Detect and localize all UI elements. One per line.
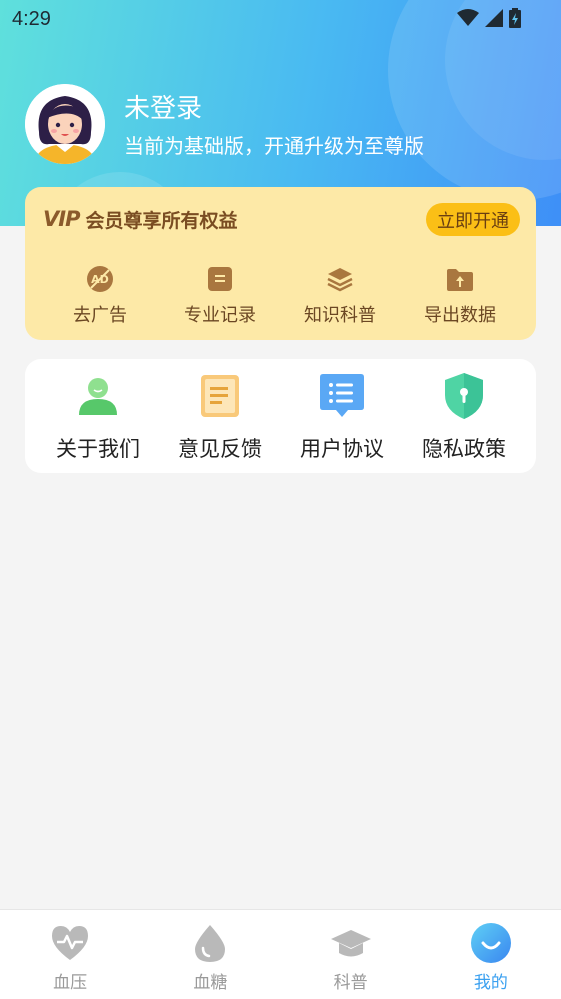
tab-label: 我的 [473, 973, 508, 993]
tab-label: 血糖 [193, 973, 228, 993]
battery-icon [509, 8, 521, 28]
signal-icon [485, 9, 503, 27]
person-icon [79, 378, 117, 415]
tool-label: 关于我们 [56, 437, 140, 461]
vip-logo: VIP [43, 207, 80, 231]
vip-benefit-label: 去广告 [73, 305, 127, 326]
record-icon [208, 267, 232, 291]
user-agreement-item[interactable]: 用户协议 [281, 359, 403, 473]
avatar-girl-icon [25, 84, 105, 164]
bottom-tab-bar: 血压 血糖 科普 我的 [0, 909, 561, 999]
tool-label: 用户协议 [300, 437, 384, 461]
vip-benefits: AD 去广告 专业记录 知识科普 [25, 265, 536, 327]
vip-benefit-no-ads[interactable]: AD 去广告 [40, 265, 160, 327]
status-time: 4:29 [12, 8, 51, 30]
knowledge-icon [327, 268, 353, 292]
privacy-shield-icon [445, 373, 483, 419]
drop-icon [195, 925, 226, 962]
about-us-item[interactable]: 关于我们 [37, 359, 159, 473]
feedback-item[interactable]: 意见反馈 [159, 359, 281, 473]
ad-free-icon: AD [87, 266, 113, 292]
agreement-icon [320, 374, 364, 417]
tab-science[interactable]: 科普 [281, 910, 421, 999]
graduation-cap-icon [330, 930, 371, 957]
login-status[interactable]: 未登录 [124, 88, 202, 125]
vip-card: VIP 会员尊享所有权益 立即开通 AD 去广告 专业记录 [25, 187, 536, 340]
tool-label: 意见反馈 [178, 437, 262, 461]
vip-benefit-knowledge[interactable]: 知识科普 [280, 265, 400, 327]
tab-mine[interactable]: 我的 [421, 910, 561, 999]
tab-label: 血压 [53, 973, 88, 993]
avatar[interactable] [25, 84, 105, 164]
heart-icon [52, 926, 89, 960]
tool-label: 隐私政策 [422, 437, 506, 461]
vip-title: VIP 会员尊享所有权益 [43, 206, 237, 232]
vip-benefit-label: 导出数据 [424, 305, 496, 326]
feedback-icon [201, 375, 239, 417]
wifi-icon [457, 9, 479, 26]
tools-card: 关于我们 意见反馈 用户协议 隐私政策 [25, 359, 536, 473]
vip-title-text: 会员尊享所有权益 [85, 209, 238, 232]
privacy-policy-item[interactable]: 隐私政策 [403, 359, 525, 473]
vip-benefit-label: 专业记录 [184, 305, 256, 326]
tab-label: 科普 [333, 973, 368, 993]
vip-benefit-export[interactable]: 导出数据 [400, 265, 520, 327]
status-icons [457, 8, 521, 28]
export-icon [447, 269, 473, 291]
tab-blood-sugar[interactable]: 血糖 [140, 910, 280, 999]
status-bar: 4:29 [0, 0, 561, 38]
vip-benefit-label: 知识科普 [304, 305, 376, 326]
vip-benefit-records[interactable]: 专业记录 [160, 265, 280, 327]
tab-blood-pressure[interactable]: 血压 [0, 910, 140, 999]
activate-vip-button[interactable]: 立即开通 [426, 203, 520, 236]
smile-icon [470, 923, 511, 963]
membership-subtitle: 当前为基础版，开通升级为至尊版 [124, 134, 424, 158]
